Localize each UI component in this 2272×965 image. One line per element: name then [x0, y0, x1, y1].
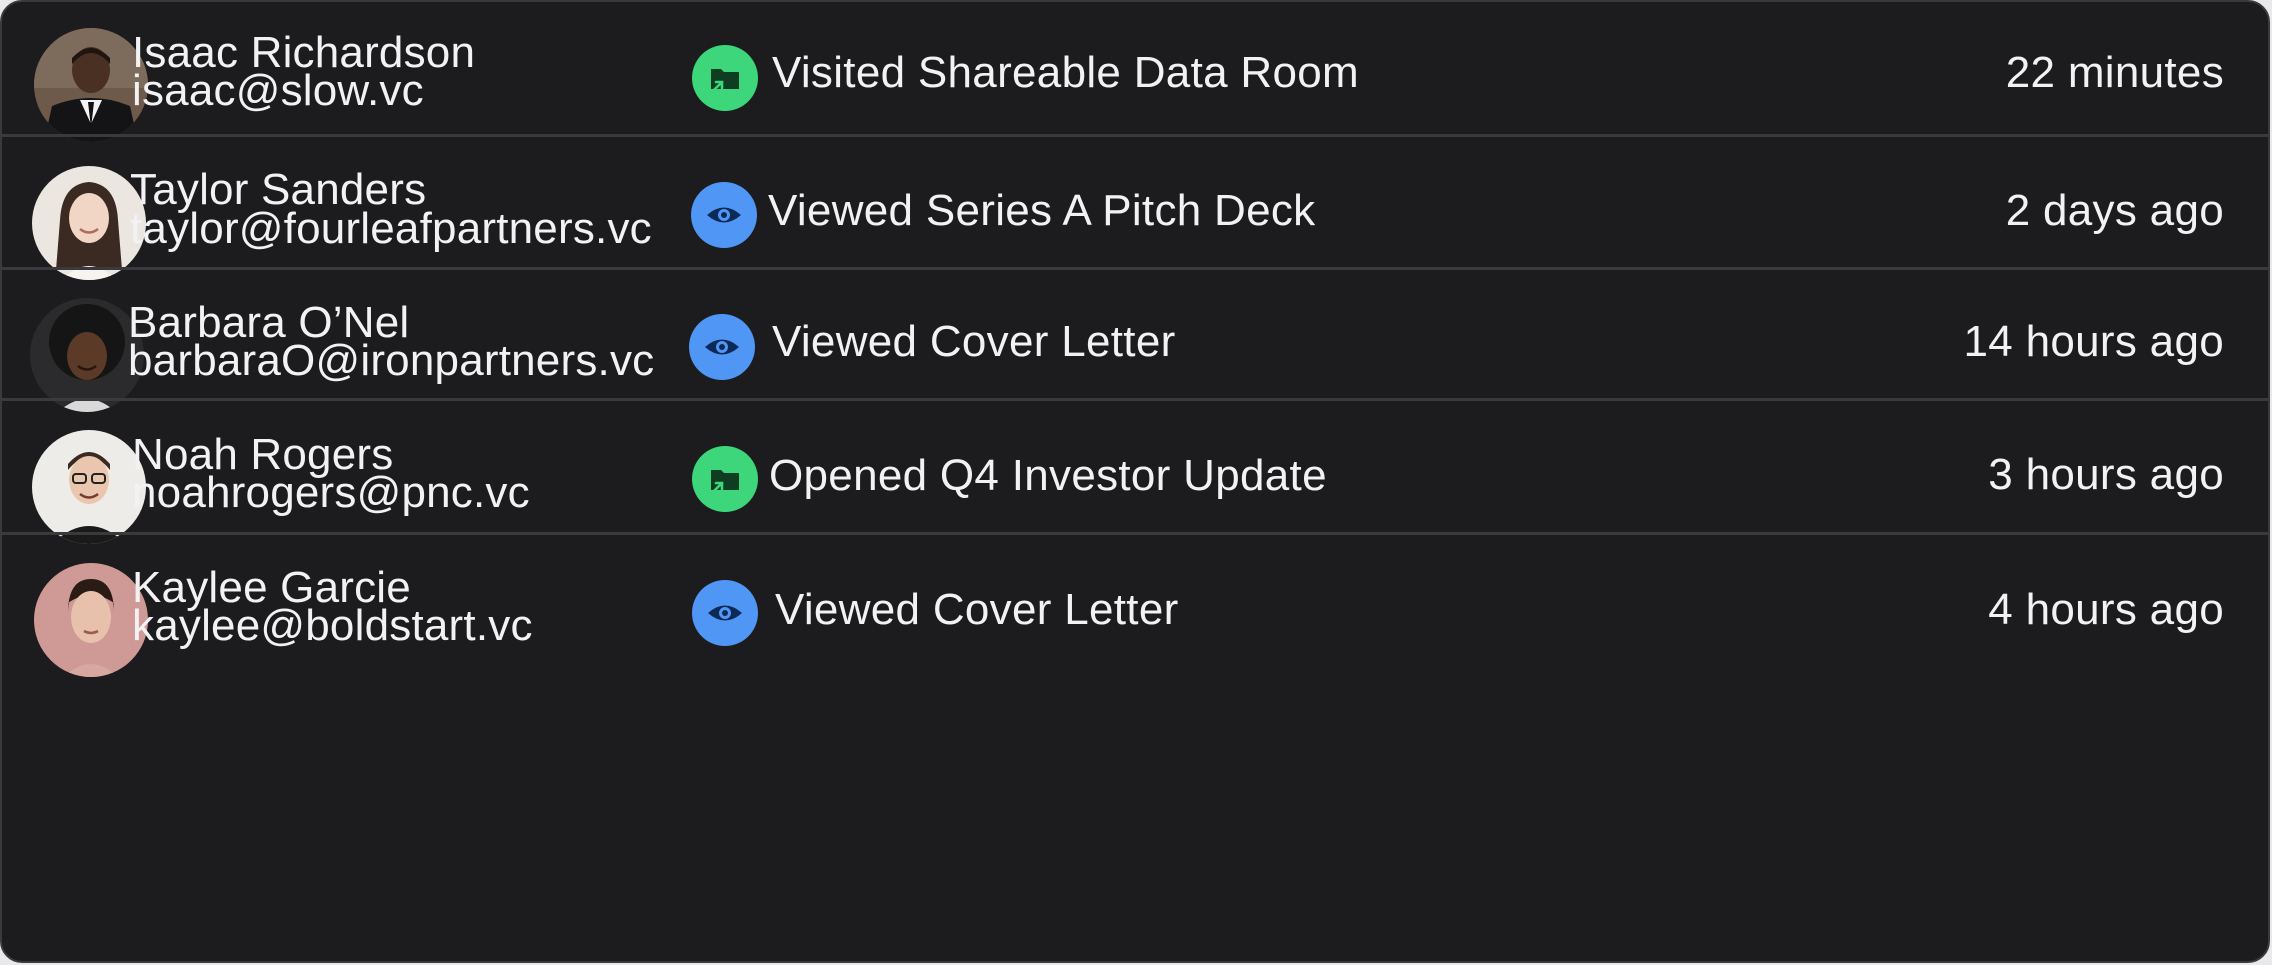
event-text: Visited Shareable Data Room	[772, 48, 1359, 97]
event-time: 4 hours ago	[1988, 585, 2224, 634]
woman-smiling-avatar	[32, 166, 146, 280]
avatar	[34, 563, 148, 677]
woman-portrait-avatar	[34, 563, 148, 677]
avatar	[30, 298, 144, 412]
event-text: Viewed Cover Letter	[775, 585, 1179, 634]
eye-icon	[692, 580, 758, 646]
event-time: 2 days ago	[2005, 186, 2224, 235]
folder-share-icon	[692, 45, 758, 111]
eye-icon	[689, 314, 755, 380]
event-time: 3 hours ago	[1988, 450, 2224, 499]
activity-feed-panel: Isaac Richardson isaac@slow.vc Visited S…	[0, 0, 2270, 963]
eye-icon	[691, 182, 757, 248]
event-time: 14 hours ago	[1963, 317, 2224, 366]
event-text: Opened Q4 Investor Update	[769, 451, 1327, 500]
folder-share-icon	[692, 446, 758, 512]
avatar	[34, 28, 148, 142]
woman-curly-hair-avatar	[30, 298, 144, 412]
contact-email: kaylee@boldstart.vc	[132, 601, 533, 650]
man-with-glasses-avatar	[32, 430, 146, 544]
contact-email: noahrogers@pnc.vc	[132, 468, 530, 517]
contact-email: barbaraO@ironpartners.vc	[128, 336, 655, 385]
avatar	[32, 430, 146, 544]
event-time: 22 minutes	[2005, 48, 2224, 97]
event-text: Viewed Cover Letter	[772, 317, 1176, 366]
contact-email: taylor@fourleafpartners.vc	[130, 204, 652, 253]
event-text: Viewed Series A Pitch Deck	[768, 186, 1316, 235]
man-in-suit-avatar	[34, 28, 148, 142]
activity-row[interactable]: Kaylee Garcie kaylee@boldstart.vc Viewed…	[2, 532, 2268, 724]
contact-email: isaac@slow.vc	[132, 66, 424, 115]
avatar	[32, 166, 146, 280]
